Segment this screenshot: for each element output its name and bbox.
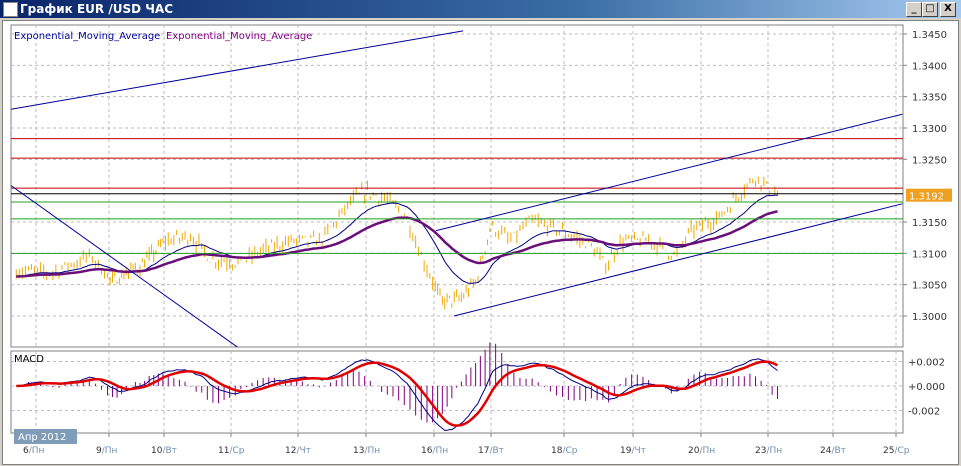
current-price-label: 1.3192 (909, 192, 944, 203)
chart-window[interactable]: 1.3450 1.3400 1.3350 1.3300 1.3250 1.3150 1.31… (2, 20, 959, 465)
x-tick-label: 23/Пн (755, 446, 782, 456)
x-tick-label: 25/Ср (883, 446, 910, 456)
x-tick-label: 16/Пн (421, 446, 448, 456)
x-tick-label: 6/Пн (23, 446, 45, 456)
period-label: Апр 2012 (18, 432, 66, 443)
legend-ema-1: Exponential_Moving_Average (14, 31, 160, 42)
window-title: График EUR /USD ЧАС (20, 2, 174, 16)
x-tick-label: 9/Пн (96, 446, 118, 456)
maximize-button[interactable]: □ (922, 2, 938, 17)
y-tick-label: 1.3050 (912, 281, 947, 292)
y-tick-label: 1.3400 (912, 61, 947, 72)
y-tick-label: 1.3250 (912, 155, 947, 166)
close-button[interactable]: X (940, 2, 956, 17)
chart-icon (3, 2, 18, 17)
x-tick-label: 17/Вт (478, 446, 504, 456)
y-tick-label: 1.3100 (912, 249, 947, 260)
main-plot-area (10, 24, 904, 348)
x-tick-label: 10/Вт (151, 446, 177, 456)
macd-tick-label: +0.002 (908, 358, 945, 369)
price-chart[interactable]: 1.3450 1.3400 1.3350 1.3300 1.3250 1.3150 1.31… (3, 21, 958, 464)
x-tick-label: 24/Вт (820, 446, 846, 456)
x-tick-label: 20/Пн (688, 446, 715, 456)
x-tick-label: 19/Чт (620, 446, 646, 456)
title-bar: График EUR /USD ЧАС _ □ X (0, 0, 961, 18)
y-tick-label: 1.3000 (912, 312, 947, 323)
macd-tick-label: +0.000 (908, 382, 945, 393)
macd-tick-label: -0.002 (908, 407, 940, 418)
y-tick-label: 1.3350 (912, 93, 947, 104)
y-tick-label: 1.3150 (912, 218, 947, 229)
x-tick-label: 13/Пн (353, 446, 380, 456)
macd-label: MACD (14, 354, 44, 365)
y-tick-label: 1.3300 (912, 124, 947, 135)
minimize-button[interactable]: _ (906, 2, 922, 17)
legend-ema-2: Exponential_Moving_Average (166, 31, 312, 42)
x-tick-label: 18/Ср (551, 446, 578, 456)
x-tick-label: 11/Ср (218, 446, 245, 456)
x-tick-label: 12/Чт (285, 446, 311, 456)
y-tick-label: 1.3450 (912, 30, 947, 41)
